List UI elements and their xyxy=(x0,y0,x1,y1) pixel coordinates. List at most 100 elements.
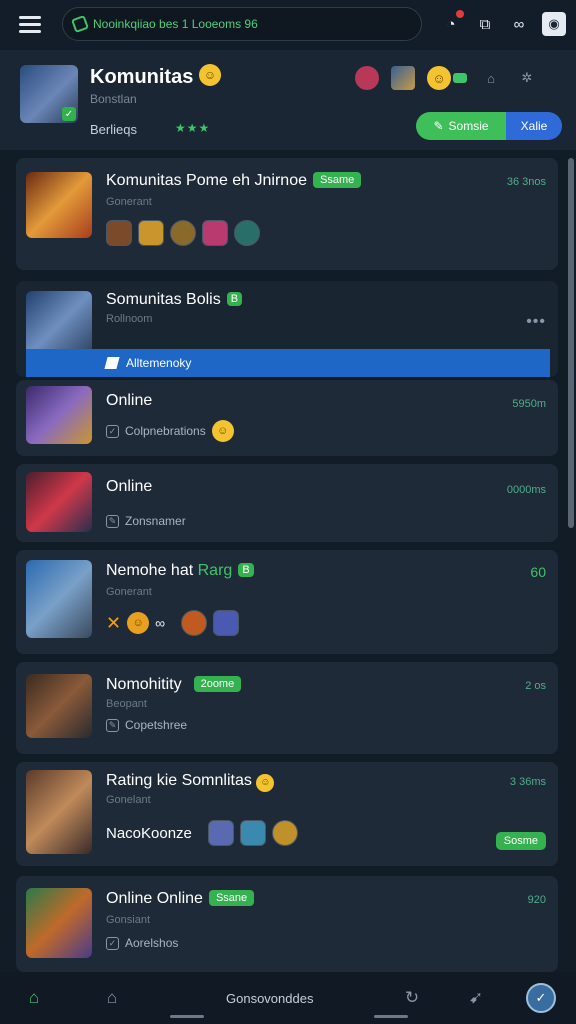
pencil-icon: ✎ xyxy=(433,119,444,133)
bottom-nav: ⌂ ⌂ Gonsovonddes ↻ ➹ ✓ xyxy=(0,972,576,1024)
item-meta: 0000ms xyxy=(506,484,546,496)
pencil-icon xyxy=(104,357,120,369)
list-item[interactable]: Online 5950m ✓ Colpnebrations ☺ xyxy=(16,380,558,456)
item-subtitle: Gonsiant xyxy=(106,914,151,926)
member-avatar[interactable] xyxy=(181,610,208,636)
top-bar: ◔ ⧉ ∞ ◉ xyxy=(0,0,576,48)
phone-icon xyxy=(71,15,89,33)
community-avatar[interactable]: ✓ xyxy=(20,65,78,123)
house-icon[interactable]: ⌂ xyxy=(98,984,126,1012)
list-item[interactable]: Komunitas Pome eh Jnirnoe Ssame Gonerant … xyxy=(16,158,558,270)
member-avatar[interactable] xyxy=(271,820,298,846)
scrollbar[interactable] xyxy=(568,158,574,528)
home-icon[interactable]: ⌂ xyxy=(20,984,48,1012)
item-title: Online xyxy=(106,392,153,409)
menu-icon[interactable] xyxy=(10,4,50,44)
search-input[interactable] xyxy=(93,17,411,31)
list-item[interactable]: Rating kie Somnlitas ☺ Gonelant 3 36ms N… xyxy=(16,762,558,866)
home-indicator xyxy=(374,1015,408,1018)
item-title: Somunitas Bolis xyxy=(106,291,221,308)
chat-bubble-icon xyxy=(453,73,467,83)
list-item[interactable]: Online Online Ssane Gonsiant 920 ✓ Aorels… xyxy=(16,876,558,972)
community-thumbnail xyxy=(26,770,92,854)
verified-icon: ✓ xyxy=(62,107,76,121)
item-title: Nemohe hat xyxy=(106,562,194,579)
item-tag: B xyxy=(238,563,254,577)
item-title: Online Online xyxy=(106,890,203,907)
item-tag: 2oome xyxy=(193,676,242,692)
community-thumbnail xyxy=(26,888,92,958)
chat-icon[interactable]: ◔ xyxy=(440,10,464,35)
more-options-icon[interactable]: ••• xyxy=(526,313,546,331)
item-tag: Ssane xyxy=(208,890,255,906)
item-detail: Copetshree xyxy=(125,718,188,732)
community-title: Komunitas xyxy=(90,66,194,88)
member-avatar[interactable] xyxy=(234,220,260,246)
reaction-icon: ☺ xyxy=(127,612,150,634)
member-avatar[interactable] xyxy=(106,220,132,246)
member-avatar[interactable] xyxy=(202,220,228,246)
item-detail: NacoKoonze xyxy=(106,824,192,842)
edit-icon: ✎ xyxy=(106,718,119,732)
item-title: Online xyxy=(106,478,153,495)
primary-action-button[interactable]: ✎ Somsie xyxy=(416,112,506,140)
member-avatar[interactable] xyxy=(170,220,196,246)
item-meta: 3 36ms xyxy=(509,776,546,788)
home-icon[interactable]: ⌂ xyxy=(479,66,503,90)
highlight-banner[interactable]: Alltemenoky xyxy=(26,349,550,377)
nav-label[interactable]: Gonsovonddes xyxy=(226,991,313,1006)
search-bar[interactable] xyxy=(62,7,422,41)
item-subtitle: Gonerant xyxy=(106,586,152,598)
community-caption: Berlieqs xyxy=(90,122,137,137)
link-icon[interactable]: ∞ xyxy=(508,13,530,35)
rocket-icon[interactable]: ➹ xyxy=(462,984,490,1012)
community-thumbnail xyxy=(26,386,92,444)
member-avatar-icon[interactable] xyxy=(355,66,379,90)
item-title: Komunitas Pome eh Jnirnoe xyxy=(106,172,307,189)
notification-dot xyxy=(456,10,464,18)
item-meta: 2 os xyxy=(525,680,546,692)
secondary-action-button[interactable]: Xalie xyxy=(506,112,562,140)
item-subtitle: Gonerant xyxy=(106,196,152,208)
member-avatar[interactable] xyxy=(213,610,240,636)
item-detail: Colpnebrations xyxy=(125,424,206,438)
community-thumbnail xyxy=(26,674,92,738)
member-avatar[interactable] xyxy=(207,820,234,846)
list-item[interactable]: Online 0000ms ✎ Zonsnamer xyxy=(16,464,558,542)
check-icon: ✓ xyxy=(106,424,119,438)
game-avatar-icon[interactable] xyxy=(391,66,415,90)
item-meta: 920 xyxy=(527,894,546,906)
smiley-icon: ☺ xyxy=(256,773,275,792)
gear-icon[interactable]: ✲ xyxy=(515,66,539,90)
close-icon[interactable]: ✕ xyxy=(106,613,121,634)
item-meta: 5950m xyxy=(512,398,546,410)
rating-stars: ★★★ xyxy=(175,121,211,135)
home-indicator xyxy=(170,1015,204,1018)
item-title: Rating kie Somnlitas xyxy=(106,772,252,789)
item-subtitle: Rollnoom xyxy=(106,313,153,325)
list-item[interactable]: Nomohitity 2oome Beopant 2 os ✎ Copetshre… xyxy=(16,662,558,754)
item-title-highlight: Rarg xyxy=(197,562,233,579)
list-item[interactable]: Nemohe hat Rarg B Gonerant 60 ✕ ☺ ∞ xyxy=(16,550,558,654)
community-thumbnail xyxy=(26,172,92,238)
item-subtitle: Gonelant xyxy=(106,794,151,806)
community-thumbnail xyxy=(26,472,92,532)
community-thumbnail xyxy=(26,560,92,638)
refresh-icon[interactable]: ↻ xyxy=(398,984,426,1012)
community-header: ✓ Komunitas ☺ Bonstlan Berlieqs ★★★ ☺ ⌂ … xyxy=(0,50,576,150)
profile-icon[interactable]: ◉ xyxy=(542,12,566,36)
join-button[interactable]: Sosme xyxy=(495,832,546,850)
avatar[interactable]: ✓ xyxy=(526,983,556,1013)
item-subtitle: Beopant xyxy=(106,698,147,710)
member-avatar[interactable] xyxy=(138,220,164,246)
link-icon: ∞ xyxy=(155,615,166,631)
share-icon[interactable]: ⧉ xyxy=(474,13,496,35)
check-icon: ✓ xyxy=(106,936,119,950)
edit-icon: ✎ xyxy=(106,514,119,528)
smiley-icon: ☺ xyxy=(211,420,234,442)
community-thumbnail xyxy=(26,291,92,357)
smiley-icon[interactable]: ☺ xyxy=(427,66,451,90)
item-title: Nomohitity xyxy=(106,676,182,693)
community-subtitle: Bonstlan xyxy=(90,92,137,106)
member-avatar[interactable] xyxy=(239,820,266,846)
